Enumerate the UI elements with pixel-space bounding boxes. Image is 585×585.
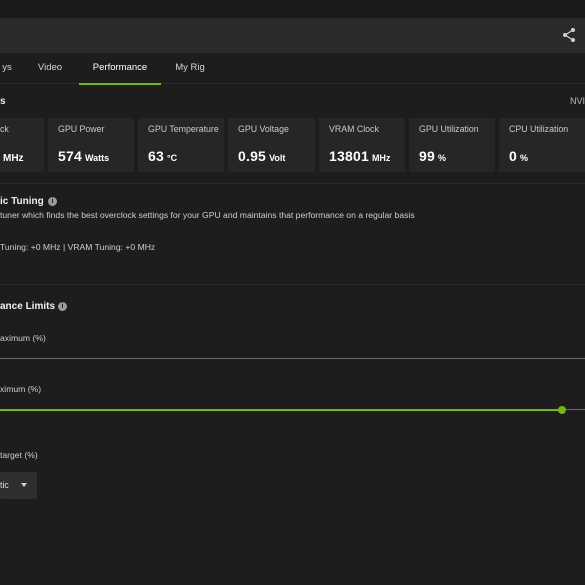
stat-card-gpu-voltage: GPU Voltage 0.95 Volt (228, 118, 315, 172)
stat-label: GPU Temperature (148, 124, 219, 134)
slider-fill (0, 409, 562, 411)
stat-label: GPU Utilization (419, 124, 479, 134)
info-icon[interactable]: i (48, 197, 57, 206)
slider-label: aximum (%) (0, 333, 46, 343)
stat-card-gpu-power: GPU Power 574 Watts (48, 118, 134, 172)
section-divider (0, 183, 585, 184)
stat-value: 63 °C (148, 148, 178, 164)
target-dropdown[interactable]: tic (0, 472, 37, 499)
auto-tuning-description: tuner which finds the best overclock set… (0, 210, 415, 220)
auto-tuning-title: ic Tuning (0, 196, 44, 207)
slider-label: ximum (%) (0, 384, 42, 394)
stat-label: VRAM Clock (329, 124, 379, 134)
performance-limits-title: ance Limits (0, 301, 56, 312)
tab-performance[interactable]: Performance (79, 53, 161, 85)
chevron-down-icon (21, 483, 27, 487)
info-icon[interactable]: i (58, 302, 67, 311)
stat-card-cpu-utilization: CPU Utilization 0% (499, 118, 585, 172)
stat-label: ck (0, 124, 9, 134)
stat-card-vram-clock: VRAM Clock 13801 MHz (319, 118, 405, 172)
slider-thumb[interactable] (558, 406, 566, 414)
stat-label: GPU Voltage (238, 124, 289, 134)
stat-value: 99% (419, 148, 446, 164)
share-icon[interactable] (560, 26, 578, 44)
stat-value: 0.95 Volt (238, 148, 286, 164)
section-divider (0, 284, 585, 285)
stat-value: 13801 MHz (329, 148, 391, 164)
tab-my-rig[interactable]: My Rig (174, 53, 206, 84)
stat-value: 0% (509, 148, 529, 164)
tab-bar: ys Video Performance My Rig (0, 53, 585, 85)
stat-card-gpu-temperature: GPU Temperature 63 °C (138, 118, 224, 172)
title-bar (0, 18, 585, 53)
tab-video[interactable]: Video (37, 53, 63, 84)
slider-track[interactable] (0, 358, 585, 359)
stat-value: MHz (3, 153, 24, 164)
target-label: target (%) (0, 450, 38, 460)
stat-value: 574 Watts (58, 148, 110, 164)
stat-card-gpu-utilization: GPU Utilization 99% (409, 118, 495, 172)
stats-section-title: s (0, 96, 6, 107)
stats-right-label: NVI (569, 96, 585, 106)
top-bar (0, 0, 585, 18)
stat-label: GPU Power (58, 124, 105, 134)
stat-card-gpu-clock: ck MHz (0, 118, 44, 172)
auto-tuning-result: Tuning: +0 MHz | VRAM Tuning: +0 MHz (0, 242, 156, 252)
stat-label: CPU Utilization (509, 124, 569, 134)
tab-displays[interactable]: ys (0, 53, 14, 84)
dropdown-value: tic (0, 480, 9, 490)
